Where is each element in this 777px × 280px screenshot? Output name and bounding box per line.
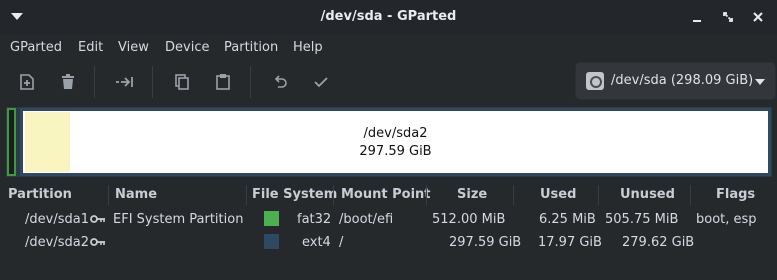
partition-table-header: Partition Name File System Mount Point S… bbox=[0, 183, 777, 207]
device-selector[interactable]: /dev/sda (298.09 GiB) bbox=[575, 62, 776, 100]
header-separator bbox=[598, 185, 599, 205]
menu-gparted[interactable]: GParted bbox=[10, 40, 62, 55]
toolbar-separator bbox=[94, 66, 95, 98]
cell-size: 297.59 GiB bbox=[449, 235, 522, 250]
disk-map-partition-name: /dev/sda2 bbox=[363, 126, 428, 141]
header-name[interactable]: Name bbox=[115, 187, 157, 202]
disk-map-partition-sda1[interactable] bbox=[7, 108, 16, 176]
menu-partition[interactable]: Partition bbox=[224, 40, 278, 55]
header-separator bbox=[333, 185, 334, 205]
menu-device[interactable]: Device bbox=[165, 40, 209, 55]
menu-view[interactable]: View bbox=[118, 40, 149, 55]
copy-icon bbox=[175, 74, 189, 90]
disk-map-partition-sda2[interactable]: /dev/sda2 297.59 GiB bbox=[20, 108, 771, 176]
header-used[interactable]: Used bbox=[540, 187, 576, 202]
apply-icon bbox=[314, 77, 328, 88]
key-icon bbox=[90, 215, 105, 223]
cell-partition: /dev/sda1 bbox=[25, 212, 89, 227]
header-separator bbox=[426, 185, 427, 205]
resize-move-button[interactable] bbox=[110, 68, 140, 96]
device-label: /dev/sda (298.09 GiB) bbox=[611, 73, 754, 88]
cell-used: 6.25 MiB bbox=[539, 212, 596, 227]
header-separator bbox=[108, 185, 109, 205]
header-size[interactable]: Size bbox=[457, 187, 487, 202]
header-flags[interactable]: Flags bbox=[716, 187, 755, 202]
cell-partition: /dev/sda2 bbox=[25, 235, 89, 250]
cell-flags: boot, esp bbox=[696, 212, 757, 227]
cell-name: EFI System Partition bbox=[113, 212, 244, 227]
filesystem-color-swatch bbox=[264, 211, 279, 226]
header-separator bbox=[246, 185, 247, 205]
cell-filesystem: fat32 bbox=[297, 212, 332, 227]
cell-used: 17.97 GiB bbox=[538, 235, 602, 250]
toolbar-separator bbox=[152, 66, 153, 98]
header-unused[interactable]: Unused bbox=[620, 187, 675, 202]
header-mount-point[interactable]: Mount Point bbox=[341, 187, 431, 202]
minimize-icon[interactable] bbox=[690, 10, 704, 24]
window-title: /dev/sda - GParted bbox=[320, 9, 457, 24]
table-row[interactable]: /dev/sda2 ext4 / 297.59 GiB 17.97 GiB 27… bbox=[0, 232, 777, 255]
paste-button[interactable] bbox=[208, 68, 238, 96]
disk-map-partition-size: 297.59 GiB bbox=[359, 144, 432, 159]
menu-edit[interactable]: Edit bbox=[78, 40, 103, 55]
table-row[interactable]: /dev/sda1 EFI System Partition fat32 /bo… bbox=[0, 209, 777, 232]
header-separator bbox=[690, 185, 691, 205]
menu-help[interactable]: Help bbox=[293, 40, 323, 55]
delete-button[interactable] bbox=[53, 68, 83, 96]
new-partition-icon bbox=[20, 74, 34, 90]
toolbar-separator bbox=[250, 66, 251, 98]
undo-icon bbox=[274, 75, 287, 88]
header-partition[interactable]: Partition bbox=[8, 187, 72, 202]
disk-map-used-space bbox=[25, 112, 70, 172]
apply-button[interactable] bbox=[306, 68, 336, 96]
header-filesystem[interactable]: File System bbox=[252, 187, 337, 202]
key-icon bbox=[90, 238, 105, 246]
resize-move-icon bbox=[116, 77, 133, 87]
cell-size: 512.00 MiB bbox=[432, 212, 506, 227]
cell-filesystem: ext4 bbox=[302, 235, 331, 250]
menu-bar: GParted Edit View Device Partition Help bbox=[0, 36, 777, 60]
hard-disk-icon bbox=[586, 72, 604, 90]
title-bar: /dev/sda - GParted bbox=[0, 0, 777, 34]
close-icon[interactable] bbox=[751, 10, 765, 24]
cell-unused: 505.75 MiB bbox=[605, 212, 679, 227]
chevron-down-icon bbox=[755, 79, 765, 85]
filesystem-color-swatch bbox=[264, 234, 279, 249]
disk-map: /dev/sda2 297.59 GiB bbox=[6, 107, 772, 177]
delete-icon bbox=[62, 74, 74, 89]
undo-button[interactable] bbox=[265, 68, 295, 96]
paste-icon bbox=[216, 74, 230, 90]
new-partition-button[interactable] bbox=[12, 68, 42, 96]
cell-unused: 279.62 GiB bbox=[622, 235, 695, 250]
copy-button[interactable] bbox=[167, 68, 197, 96]
cell-mount-point: / bbox=[339, 235, 344, 250]
cell-mount-point: /boot/efi bbox=[339, 212, 394, 227]
header-separator bbox=[513, 185, 514, 205]
maximize-icon[interactable] bbox=[721, 10, 735, 24]
